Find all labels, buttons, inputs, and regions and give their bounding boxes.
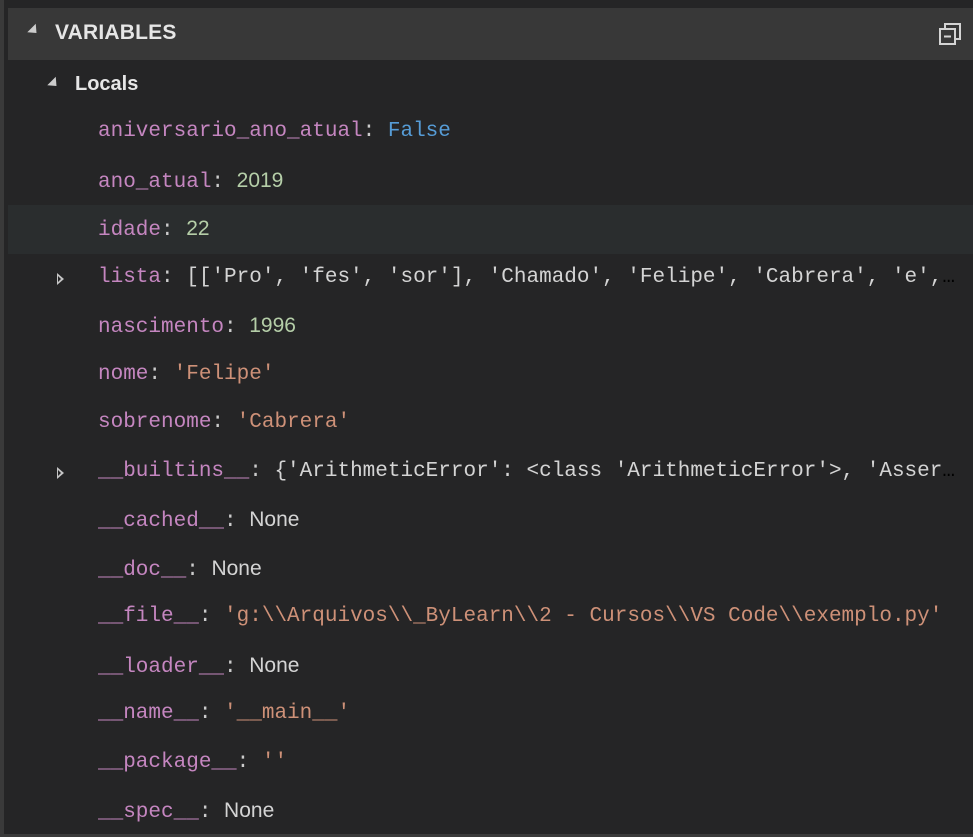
variable-content: __cached__: None (98, 496, 967, 545)
variable-value: 22 (186, 217, 210, 240)
scope-locals[interactable]: Locals (8, 60, 973, 108)
variable-row[interactable]: __builtins__: {'ArithmeticError': <class… (8, 448, 973, 497)
name-value-separator: : (211, 170, 237, 194)
variable-row[interactable]: __name__: '__main__' (8, 690, 973, 739)
name-value-separator: : (236, 750, 262, 774)
variable-name: __doc__ (98, 558, 187, 582)
variable-content: ano_atual: 2019 (98, 157, 967, 206)
variable-value: None (224, 799, 275, 822)
variable-value: 'g:\\Arquivos\\_ByLearn\\2 - Cursos\\VS … (224, 605, 943, 628)
variable-name: __loader__ (98, 655, 225, 679)
variable-value: None (211, 556, 262, 580)
variable-row[interactable]: sobrenome: 'Cabrera' (8, 399, 973, 448)
expand-chevron-icon[interactable] (57, 466, 64, 479)
variable-row[interactable]: __spec__: None (8, 787, 973, 836)
variables-section-header[interactable]: VARIABLES (8, 8, 973, 60)
variable-row[interactable]: aniversario_ano_atual: False (8, 108, 973, 157)
name-value-separator: : (224, 316, 250, 339)
expanded-chevron-icon[interactable] (47, 76, 61, 91)
variable-value: 1996 (249, 314, 296, 337)
variable-name: sobrenome (98, 411, 212, 434)
name-value-separator: : (148, 362, 174, 386)
variable-row[interactable]: ano_atual: 2019 (8, 157, 973, 206)
name-value-separator: : (224, 510, 250, 533)
variable-content: __loader__: None (98, 642, 967, 691)
variable-content: nascimento: 1996 (98, 302, 967, 351)
variable-name: lista (98, 265, 162, 289)
name-value-separator: : (198, 605, 225, 628)
variable-value: None (249, 508, 300, 531)
name-value-separator: : (224, 655, 250, 679)
variable-name: nome (98, 362, 149, 386)
variable-value: 'Felipe' (173, 362, 275, 386)
variable-name: __spec__ (98, 801, 199, 824)
name-value-separator: : (362, 120, 388, 143)
variable-value: False (387, 120, 451, 143)
variable-name: __package__ (98, 750, 237, 774)
variable-name: __file__ (98, 605, 199, 628)
collapse-chevron-icon[interactable] (27, 23, 41, 38)
variables-panel: VARIABLES Locals aniversario_ano_atual: … (0, 0, 973, 837)
variable-name: aniversario_ano_atual (98, 120, 363, 143)
name-value-separator: : (161, 265, 187, 289)
variable-name: __name__ (98, 702, 199, 725)
variable-row[interactable]: __doc__: None (8, 545, 973, 594)
variable-row[interactable]: lista: [['Pro', 'fes', 'sor'], 'Chamado'… (8, 254, 973, 303)
name-value-separator: : (198, 801, 225, 824)
variable-value: 'Cabrera' (236, 411, 351, 434)
variable-content: __spec__: None (98, 787, 967, 836)
name-value-separator: : (249, 459, 275, 483)
variable-row[interactable]: __file__: 'g:\\Arquivos\\_ByLearn\\2 - C… (8, 593, 973, 642)
name-value-separator: : (211, 411, 237, 434)
name-value-separator: : (186, 558, 212, 582)
variable-name: ano_atual (98, 170, 212, 194)
variable-value: 2019 (236, 168, 284, 192)
variable-row[interactable]: __package__: '' (8, 739, 973, 788)
variable-name: nascimento (98, 316, 225, 339)
variable-content: __doc__: None (98, 545, 967, 594)
scope-label: Locals (75, 73, 139, 95)
name-value-separator: : (198, 702, 225, 725)
variable-row[interactable]: nome: 'Felipe' (8, 351, 973, 400)
variable-content: idade: 22 (98, 205, 967, 254)
collapse-all-icon[interactable] (938, 22, 962, 46)
variable-name: idade (98, 219, 162, 242)
variable-content: __builtins__: {'ArithmeticError': <class… (98, 448, 967, 497)
variable-value: '' (261, 750, 288, 774)
variable-content: nome: 'Felipe' (98, 351, 967, 400)
variable-content: lista: [['Pro', 'fes', 'sor'], 'Chamado'… (98, 254, 967, 303)
variable-content: __name__: '__main__' (98, 690, 967, 739)
variable-value: [['Pro', 'fes', 'sor'], 'Chamado', 'Feli… (186, 265, 967, 289)
variable-value: {'ArithmeticError': <class 'ArithmeticEr… (274, 459, 967, 483)
expand-chevron-icon[interactable] (57, 272, 64, 285)
variable-row[interactable]: idade: 22 (8, 205, 973, 254)
variable-content: aniversario_ano_atual: False (98, 108, 967, 157)
variable-content: __package__: '' (98, 739, 967, 788)
variable-row[interactable]: __loader__: None (8, 642, 973, 691)
name-value-separator: : (161, 219, 187, 242)
variable-content: sobrenome: 'Cabrera' (98, 399, 967, 448)
variable-name: __cached__ (98, 510, 225, 533)
variable-value: None (249, 653, 300, 677)
variable-row[interactable]: nascimento: 1996 (8, 302, 973, 351)
variable-content: __file__: 'g:\\Arquivos\\_ByLearn\\2 - C… (98, 593, 967, 642)
variable-list: aniversario_ano_atual: False ano_atual: 2… (8, 108, 973, 836)
section-title: VARIABLES (55, 21, 177, 44)
variable-name: __builtins__ (98, 459, 250, 483)
variable-row[interactable]: __cached__: None (8, 496, 973, 545)
variable-value: '__main__' (224, 702, 351, 725)
